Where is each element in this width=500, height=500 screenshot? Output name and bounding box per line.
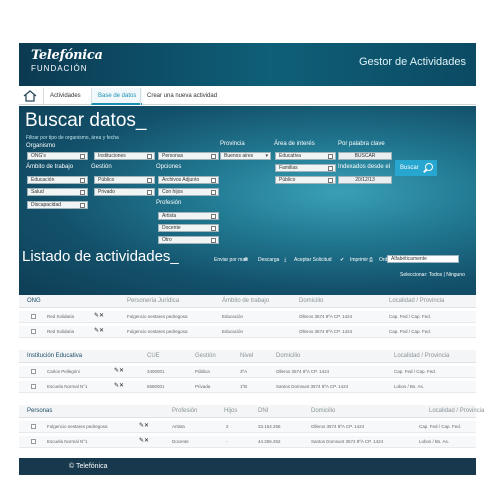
app-frame: Telefónica FUNDACIÓN Gestor de Actividad… xyxy=(19,43,484,475)
table-row[interactable]: Escuela Normal N°1 ✎✕ 6580001 Privada 1º… xyxy=(19,381,476,393)
checkbox[interactable] xyxy=(328,178,333,183)
table-header: Institución Educativa CUE Gestión Nivel … xyxy=(19,350,476,363)
home-icon[interactable] xyxy=(23,90,37,102)
table-row[interactable]: Escuela Normal N°1 ✎✕ Docente - 44.256.2… xyxy=(19,436,476,448)
tab-base-de-datos[interactable]: Base de datos xyxy=(91,88,143,105)
brand-sub: FUNDACIÓN xyxy=(31,64,88,73)
area-label: Área de interés xyxy=(274,141,315,147)
tab-crear-actividad[interactable]: Crear una nueva actividad xyxy=(140,88,223,105)
checkbox[interactable] xyxy=(80,178,85,183)
checkbox[interactable] xyxy=(147,178,152,183)
table-row[interactable]: Red Solidaria ✎✕ Fulgencio nestares pedr… xyxy=(19,326,476,338)
gestion-privado[interactable]: Privado xyxy=(94,188,155,196)
organismo-label: Organismo xyxy=(26,143,56,149)
seleccionar-links[interactable]: Seleccionar: Todos | Ninguno xyxy=(400,272,465,278)
opciones-label: Opciones xyxy=(156,164,182,170)
ambito-salud[interactable]: Salud xyxy=(27,188,88,196)
chevron-down-icon: ▾ xyxy=(265,153,268,159)
checkbox[interactable] xyxy=(80,203,85,208)
edit-icon[interactable]: ✎✕ xyxy=(139,422,149,429)
search-panel: Buscar datos_ Filtrar por tipo de organi… xyxy=(19,106,476,299)
row-checkbox[interactable] xyxy=(31,369,36,374)
table-header: ONG Personería Jurídica Ámbito de trabaj… xyxy=(19,295,476,308)
ambito-label: Ámbito de trabajo xyxy=(26,164,74,170)
row-checkbox[interactable] xyxy=(31,329,36,334)
checkbox[interactable] xyxy=(211,238,216,243)
edit-icon[interactable]: ✎✕ xyxy=(94,327,104,334)
checkbox[interactable] xyxy=(328,166,333,171)
checkbox[interactable] xyxy=(211,226,216,231)
check-icon[interactable]: ✔ xyxy=(340,257,344,263)
checkbox[interactable] xyxy=(80,190,85,195)
tab-actividades[interactable]: Actividades xyxy=(43,88,87,105)
buscar-button[interactable]: Buscar xyxy=(395,160,437,176)
descarga-button[interactable]: Descarga xyxy=(258,257,279,263)
gestion-publico[interactable]: Público xyxy=(94,176,155,184)
footer: © Telefónica xyxy=(19,458,476,475)
keyword-input[interactable]: BUSCAR xyxy=(338,152,392,160)
table-header: Personas Profesión Hijos DNI Domicilio L… xyxy=(19,405,484,418)
profesion-label: Profesión xyxy=(156,200,182,206)
ambito-educacion[interactable]: Educación xyxy=(27,176,88,184)
search-title: Buscar datos_ xyxy=(25,110,147,131)
imprimir-button[interactable]: Imprimir xyxy=(350,257,368,263)
table-row[interactable]: Fulgencio nestares pedregosa ✎✕ Artista … xyxy=(19,421,476,433)
search-icon xyxy=(425,163,433,171)
organismo-instituciones[interactable]: Instituciones xyxy=(94,152,155,160)
gestion-label: Gestión xyxy=(91,164,112,170)
ambito-discapacidad[interactable]: Discapacidad xyxy=(27,201,88,209)
opciones-hijos[interactable]: Con hijos xyxy=(158,188,219,196)
checkbox[interactable] xyxy=(211,154,216,159)
area-publico[interactable]: Público xyxy=(275,176,336,184)
row-checkbox[interactable] xyxy=(31,424,36,429)
header: Telefónica FUNDACIÓN Gestor de Actividad… xyxy=(19,43,476,86)
checkbox[interactable] xyxy=(147,154,152,159)
area-educativa[interactable]: Educativa xyxy=(275,152,336,160)
provincia-select[interactable]: Buenos aires ▾ xyxy=(220,152,271,160)
organismo-personas[interactable]: Personas xyxy=(158,152,219,160)
organismo-ongs[interactable]: ONG's xyxy=(27,152,88,160)
edit-icon[interactable]: ✎✕ xyxy=(94,312,104,319)
row-checkbox[interactable] xyxy=(31,439,36,444)
date-input[interactable]: 20/12/13 xyxy=(338,176,392,184)
profesion-otro[interactable]: Otro xyxy=(158,236,219,244)
search-hint: Filtrar por tipo de organismo, área y fe… xyxy=(26,135,119,141)
telefonica-logo[interactable]: Telefónica FUNDACIÓN xyxy=(31,48,103,73)
row-checkbox[interactable] xyxy=(31,384,36,389)
brand-name: Telefónica xyxy=(31,48,103,63)
listado-bar: Listado de actividades_ Enviar por mail … xyxy=(19,247,476,281)
profesion-artista[interactable]: Artista xyxy=(158,212,219,220)
profesion-docente[interactable]: Docente xyxy=(158,224,219,232)
enviar-mail-button[interactable]: Enviar por mail xyxy=(214,257,247,263)
row-checkbox[interactable] xyxy=(31,314,36,319)
clave-label: Por palabra clave xyxy=(338,141,385,147)
listado-title: Listado de actividades_ xyxy=(22,248,179,265)
app-title: Gestor de Actividades xyxy=(358,56,466,68)
opciones-archivos[interactable]: Archivos Adjunto xyxy=(158,176,219,184)
checkbox[interactable] xyxy=(211,214,216,219)
printer-icon[interactable]: ⎙ xyxy=(369,257,373,263)
edit-icon[interactable]: ✎✕ xyxy=(114,367,124,374)
area-familias[interactable]: Familias xyxy=(275,164,336,172)
main-nav: Actividades Base de datos Crear una nuev… xyxy=(19,88,476,105)
table-row[interactable]: Red Solidaria ✎✕ Fulgencio nestares pedr… xyxy=(19,311,476,323)
download-icon[interactable]: ⤓ xyxy=(284,257,286,263)
edit-icon[interactable]: ✎✕ xyxy=(139,437,149,444)
edit-icon[interactable]: ✎✕ xyxy=(114,382,124,389)
provincia-label: Provincia xyxy=(220,141,245,147)
checkbox[interactable] xyxy=(211,178,216,183)
checkbox[interactable] xyxy=(211,190,216,195)
checkbox[interactable] xyxy=(147,190,152,195)
envelope-icon[interactable]: ✉ xyxy=(244,257,248,263)
indexados-label: Indexados desde el xyxy=(338,164,391,170)
ordenar-select[interactable]: Alfabéticamente xyxy=(387,255,459,263)
checkbox[interactable] xyxy=(328,154,333,159)
aceptar-solicitud-button[interactable]: Aceptar Solicitud xyxy=(294,257,332,263)
checkbox[interactable] xyxy=(80,154,85,159)
table-row[interactable]: Carlos Pellegrini ✎✕ 3400001 Pública 3ºA… xyxy=(19,366,476,378)
